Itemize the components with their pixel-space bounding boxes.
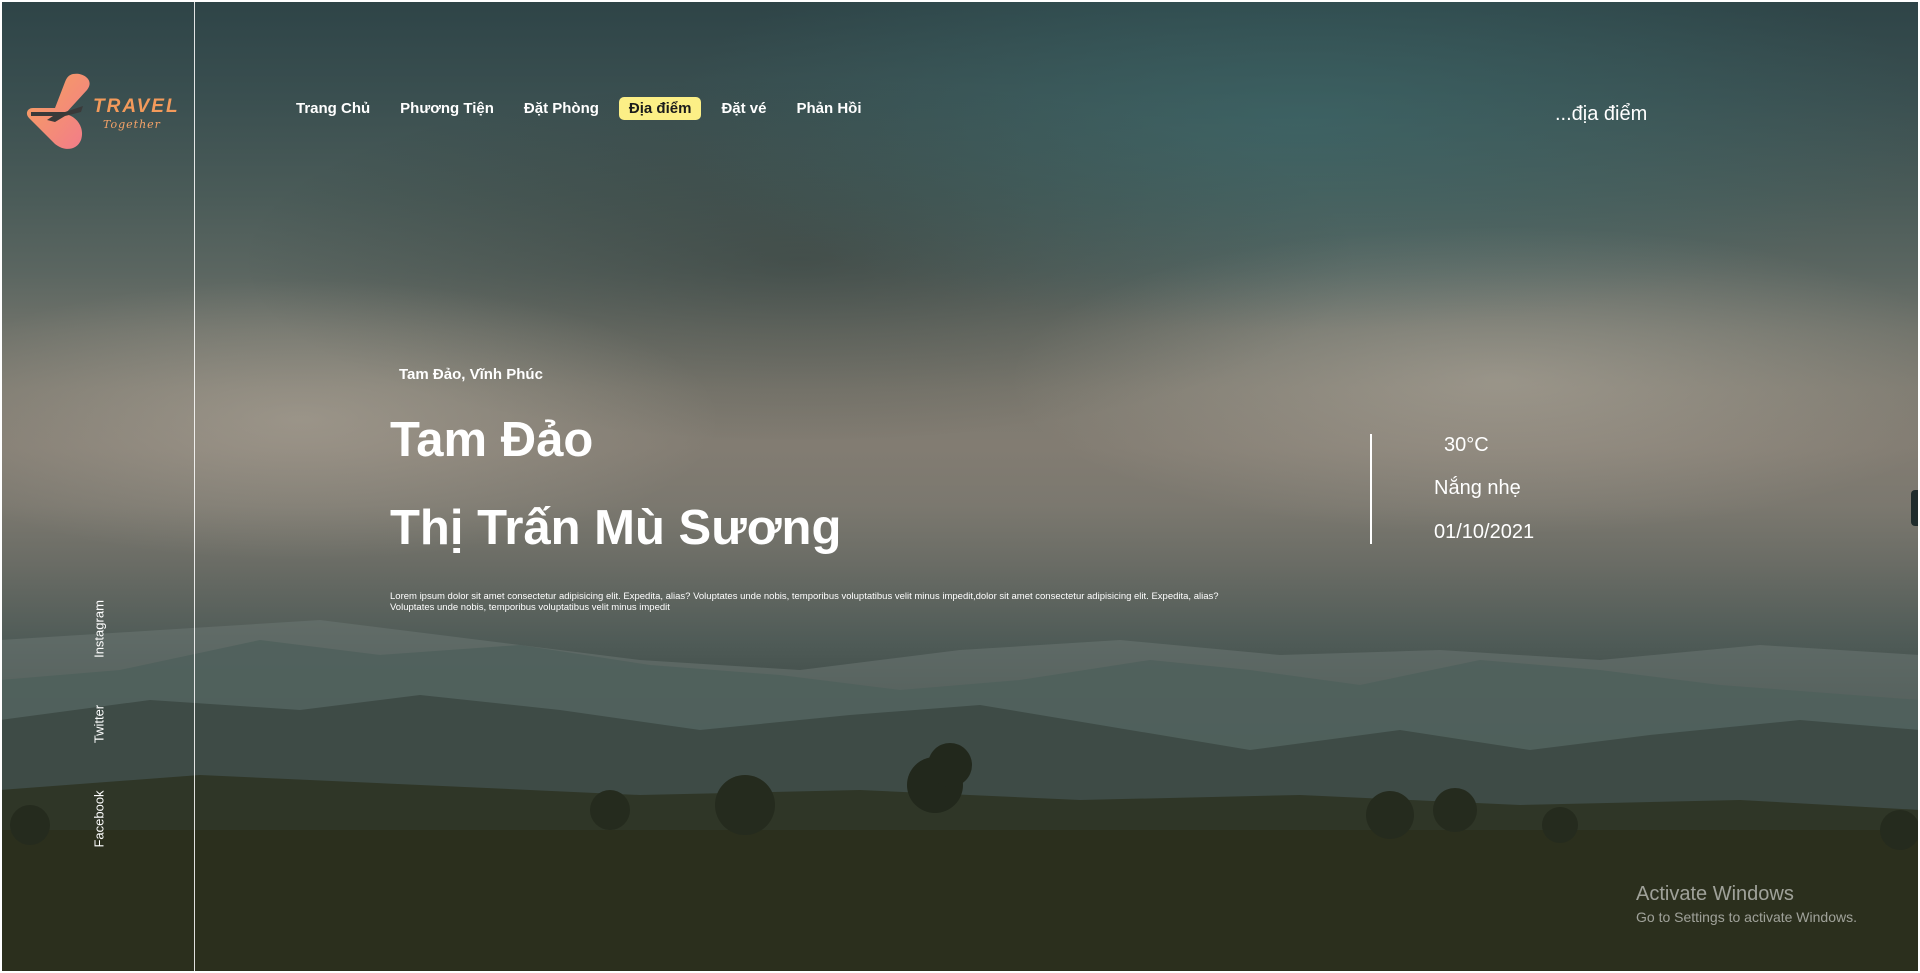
nav-item-dat-phong[interactable]: Đặt Phòng (514, 97, 609, 120)
nav-item-dat-ve[interactable]: Đặt vé (711, 97, 776, 120)
facebook-link[interactable]: Facebook (92, 790, 107, 847)
brand-tagline: Together (103, 118, 161, 131)
brand-name: TRAVEL (93, 96, 180, 117)
nav-item-trang-chu[interactable]: Trang Chủ (286, 97, 380, 120)
search-input[interactable]: ...địa điểm (1555, 103, 1647, 126)
scroll-handle[interactable] (1911, 490, 1920, 526)
location-label: Tam Đảo, Vĩnh Phúc (399, 366, 543, 383)
activate-windows-title: Activate Windows (1636, 883, 1794, 905)
weather-date: 01/10/2021 (1434, 521, 1535, 543)
weather-temperature: 30°C (1444, 434, 1489, 456)
hero-title-line2: Thị Trấn Mù Sương (390, 501, 842, 555)
nav-item-phuong-tien[interactable]: Phương Tiện (390, 97, 504, 120)
left-sidebar: TRAVEL Together Instagram Twitter Facebo… (0, 0, 195, 973)
instagram-link[interactable]: Instagram (92, 600, 107, 658)
activate-windows-subtitle: Go to Settings to activate Windows. (1636, 909, 1857, 925)
weather-condition: Nắng nhẹ (1434, 477, 1521, 499)
nav-item-dia-diem[interactable]: Địa điểm (618, 96, 702, 120)
plane-logo-icon (26, 73, 90, 149)
hero-title-line1: Tam Đảo (390, 413, 594, 467)
brand-logo[interactable]: TRAVEL Together (25, 72, 178, 152)
mountain-landscape (0, 620, 1920, 973)
main-nav: Trang Chủ Phương Tiện Đặt Phòng Địa điểm… (286, 96, 882, 120)
nav-item-phan-hoi[interactable]: Phản Hồi (786, 97, 871, 120)
hero-description: Lorem ipsum dolor sit amet consectetur a… (390, 591, 1219, 613)
hero-background: TRAVEL Together Instagram Twitter Facebo… (0, 0, 1920, 973)
twitter-link[interactable]: Twitter (92, 705, 107, 743)
weather-divider (1370, 434, 1372, 544)
